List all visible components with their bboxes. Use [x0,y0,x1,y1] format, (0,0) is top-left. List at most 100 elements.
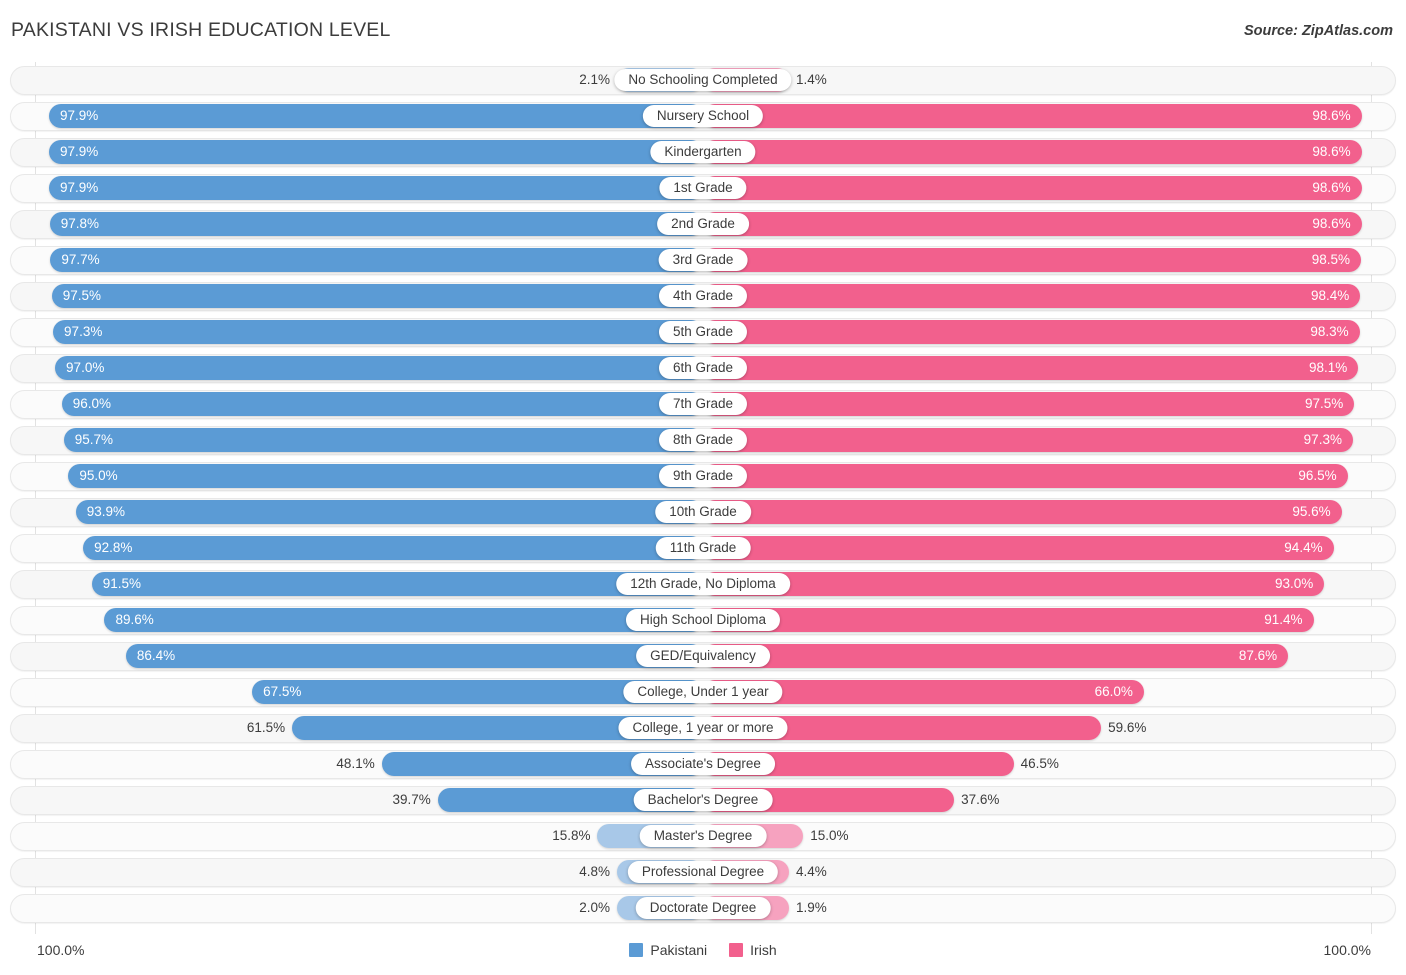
bar-irish[interactable]: 98.6% [703,140,1362,164]
bar-value-label: 87.6% [1238,648,1278,663]
bar-irish[interactable]: 87.6% [703,644,1289,668]
category-label: Bachelor's Degree [633,789,773,811]
bar-pakistani[interactable]: 86.4% [125,644,703,668]
bar-irish[interactable]: 97.3% [703,428,1353,452]
bar-value-label: 96.5% [1298,468,1337,483]
bar-pakistani[interactable]: 97.5% [51,284,703,308]
bar-half-pakistani: 96.0% [35,392,703,416]
category-label: 10th Grade [655,501,751,523]
bar-value-label: 98.3% [1310,324,1349,339]
bar-half-irish: 1.9% [703,896,1371,920]
row-bars: 48.1% 46.5% Associate's Degree [35,746,1371,782]
bar-irish[interactable]: 98.3% [703,320,1360,344]
chart-header: PAKISTANI VS IRISH EDUCATION LEVEL Sourc… [0,0,1406,62]
bar-pakistani[interactable]: 95.0% [68,464,703,488]
bar-pakistani[interactable]: 89.6% [104,608,703,632]
bar-pakistani[interactable]: 95.7% [63,428,703,452]
chart-row: 97.3% 98.3% 5th Grade [0,314,1406,350]
bar-pakistani[interactable]: 93.9% [75,500,703,524]
row-bars: 97.8% 98.6% 2nd Grade [35,206,1371,242]
bar-half-irish: 96.5% [703,464,1371,488]
legend-item-irish[interactable]: Irish [729,942,777,958]
category-label: Doctorate Degree [635,897,771,919]
bar-value-label: 97.8% [60,216,99,231]
row-bars: 97.7% 98.5% 3rd Grade [35,242,1371,278]
bar-value-label: 89.6% [115,612,154,627]
bar-irish[interactable]: 98.5% [703,248,1361,272]
bar-half-irish: 98.6% [703,104,1371,128]
bar-value-label: 97.9% [60,180,99,195]
category-label: Kindergarten [650,141,756,163]
bar-value-label: 96.0% [72,396,112,411]
bar-half-pakistani: 4.8% [35,860,703,884]
chart-row: 86.4% 87.6% GED/Equivalency [0,638,1406,674]
bar-value-label: 97.5% [62,288,101,303]
category-label: 8th Grade [658,429,748,451]
bar-pakistani[interactable]: 97.0% [55,356,703,380]
row-bars: 95.0% 96.5% 9th Grade [35,458,1371,494]
row-bars: 92.8% 94.4% 11th Grade [35,530,1371,566]
bar-irish[interactable]: 98.6% [703,104,1362,128]
category-label: Nursery School [642,105,764,127]
bar-irish[interactable]: 93.0% [703,572,1325,596]
category-label: 1st Grade [659,177,747,199]
bar-value-label: 91.5% [102,576,142,591]
chart-row: 95.0% 96.5% 9th Grade [0,458,1406,494]
bar-value-label: 4.4% [796,864,827,879]
bar-value-label: 97.5% [1305,396,1344,411]
chart-row: 97.9% 98.6% Nursery School [0,98,1406,134]
category-label: 3rd Grade [658,249,748,271]
bar-irish[interactable]: 97.5% [703,392,1355,416]
bar-pakistani[interactable]: 97.3% [53,320,703,344]
bar-half-pakistani: 61.5% [35,716,703,740]
chart-row: 4.8% 4.4% Professional Degree [0,854,1406,890]
bar-half-pakistani: 97.0% [35,356,703,380]
bar-irish[interactable]: 95.6% [703,500,1342,524]
row-bars: 2.1% 1.4% No Schooling Completed [35,62,1371,98]
bar-half-pakistani: 95.7% [35,428,703,452]
bar-irish[interactable]: 98.6% [703,176,1362,200]
bar-value-label: 91.4% [1264,612,1303,627]
row-bars: 95.7% 97.3% 8th Grade [35,422,1371,458]
bar-pakistani[interactable]: 97.7% [50,248,703,272]
category-label: 11th Grade [655,537,751,559]
bar-value-label: 95.7% [74,432,114,447]
bar-half-pakistani: 2.1% [35,68,703,92]
bar-pakistani[interactable]: 97.9% [49,176,703,200]
bar-pakistani[interactable]: 97.8% [49,212,703,236]
bar-irish[interactable]: 91.4% [703,608,1314,632]
bar-value-label: 98.5% [1311,252,1350,267]
chart-row: 15.8% 15.0% Master's Degree [0,818,1406,854]
bar-value-label: 66.0% [1094,684,1133,699]
legend-label-irish: Irish [750,942,777,958]
chart-row: 97.7% 98.5% 3rd Grade [0,242,1406,278]
bar-value-label: 97.3% [64,324,103,339]
bar-irish[interactable]: 98.6% [703,212,1362,236]
bar-value-label: 61.5% [246,720,286,735]
bar-half-pakistani: 15.8% [35,824,703,848]
row-bars: 97.9% 98.6% Nursery School [35,98,1371,134]
chart-row: 61.5% 59.6% College, 1 year or more [0,710,1406,746]
category-label: 6th Grade [658,357,748,379]
bar-half-pakistani: 67.5% [35,680,703,704]
bar-value-label: 97.0% [66,360,105,375]
bar-pakistani[interactable]: 96.0% [61,392,703,416]
bar-irish[interactable]: 94.4% [703,536,1334,560]
category-label: 12th Grade, No Diploma [616,573,790,595]
bar-pakistani[interactable]: 97.9% [49,140,703,164]
bar-pakistani[interactable]: 91.5% [91,572,703,596]
bar-irish[interactable]: 96.5% [703,464,1348,488]
category-label: 4th Grade [658,285,748,307]
chart-row: 97.0% 98.1% 6th Grade [0,350,1406,386]
bar-pakistani[interactable]: 92.8% [83,536,703,560]
bar-irish[interactable]: 98.4% [703,284,1361,308]
bar-value-label: 59.6% [1108,720,1147,735]
row-bars: 15.8% 15.0% Master's Degree [35,818,1371,854]
source-attribution: Source: ZipAtlas.com [1243,23,1393,39]
bar-half-irish: 98.6% [703,140,1371,164]
legend-item-pakistani[interactable]: Pakistani [629,942,707,958]
bar-half-irish: 59.6% [703,716,1371,740]
bar-half-pakistani: 97.9% [35,104,703,128]
bar-irish[interactable]: 98.1% [703,356,1359,380]
bar-pakistani[interactable]: 97.9% [49,104,703,128]
